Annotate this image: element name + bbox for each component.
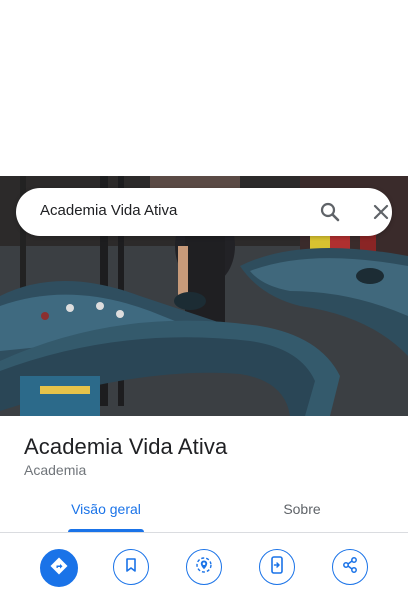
send-to-phone-icon	[269, 555, 285, 579]
search-icon[interactable]	[318, 200, 342, 224]
share-icon	[341, 556, 359, 579]
place-tabs: Visão geral Sobre	[0, 492, 408, 532]
nearby-icon	[195, 556, 213, 579]
search-query[interactable]: Academia Vida Ativa	[40, 202, 177, 219]
place-category: Academia	[24, 462, 87, 478]
tabs-divider	[0, 532, 408, 533]
nearby-button[interactable]	[186, 549, 222, 585]
place-title: Academia Vida Ativa	[24, 434, 228, 459]
tab-overview[interactable]: Visão geral	[4, 492, 208, 532]
map-top-area	[0, 0, 408, 176]
directions-icon	[50, 557, 68, 580]
save-icon	[123, 557, 139, 578]
directions-button[interactable]	[40, 549, 78, 587]
close-icon[interactable]	[369, 200, 393, 224]
search-bar[interactable]: Academia Vida Ativa	[16, 188, 392, 236]
share-button[interactable]	[332, 549, 368, 585]
save-button[interactable]	[113, 549, 149, 585]
action-buttons	[0, 548, 408, 588]
tab-about[interactable]: Sobre	[200, 492, 404, 532]
send-to-phone-button[interactable]	[259, 549, 295, 585]
